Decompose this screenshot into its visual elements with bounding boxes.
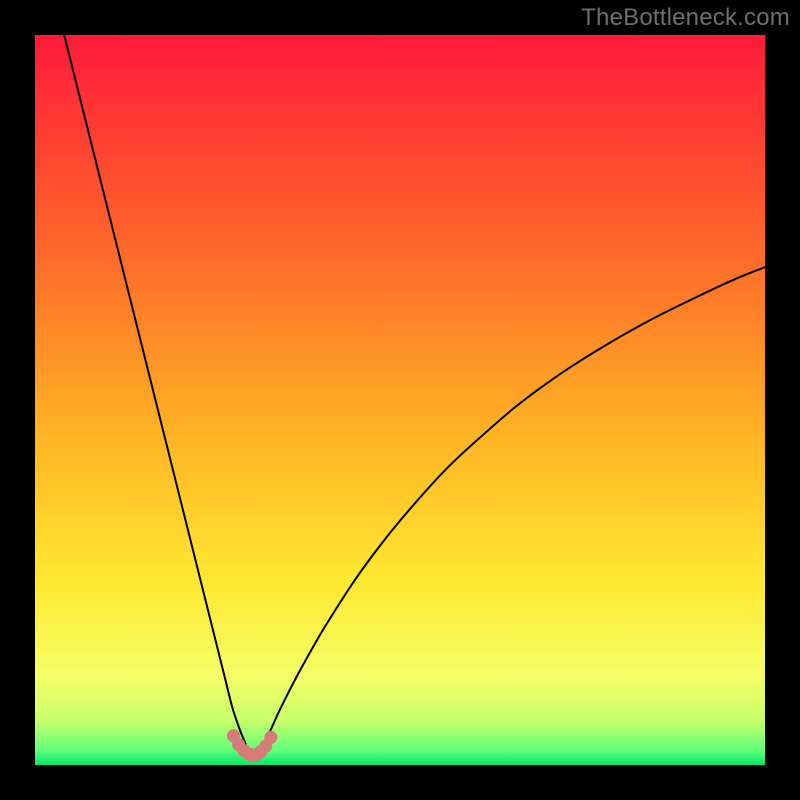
attribution-text: TheBottleneck.com [581,4,790,32]
marker-dot [264,731,277,744]
bottleneck-markers [227,729,277,762]
chart-frame: TheBottleneck.com [0,0,800,800]
bottleneck-curve [64,35,765,758]
curve-layer [35,35,765,765]
plot-area [35,35,765,765]
